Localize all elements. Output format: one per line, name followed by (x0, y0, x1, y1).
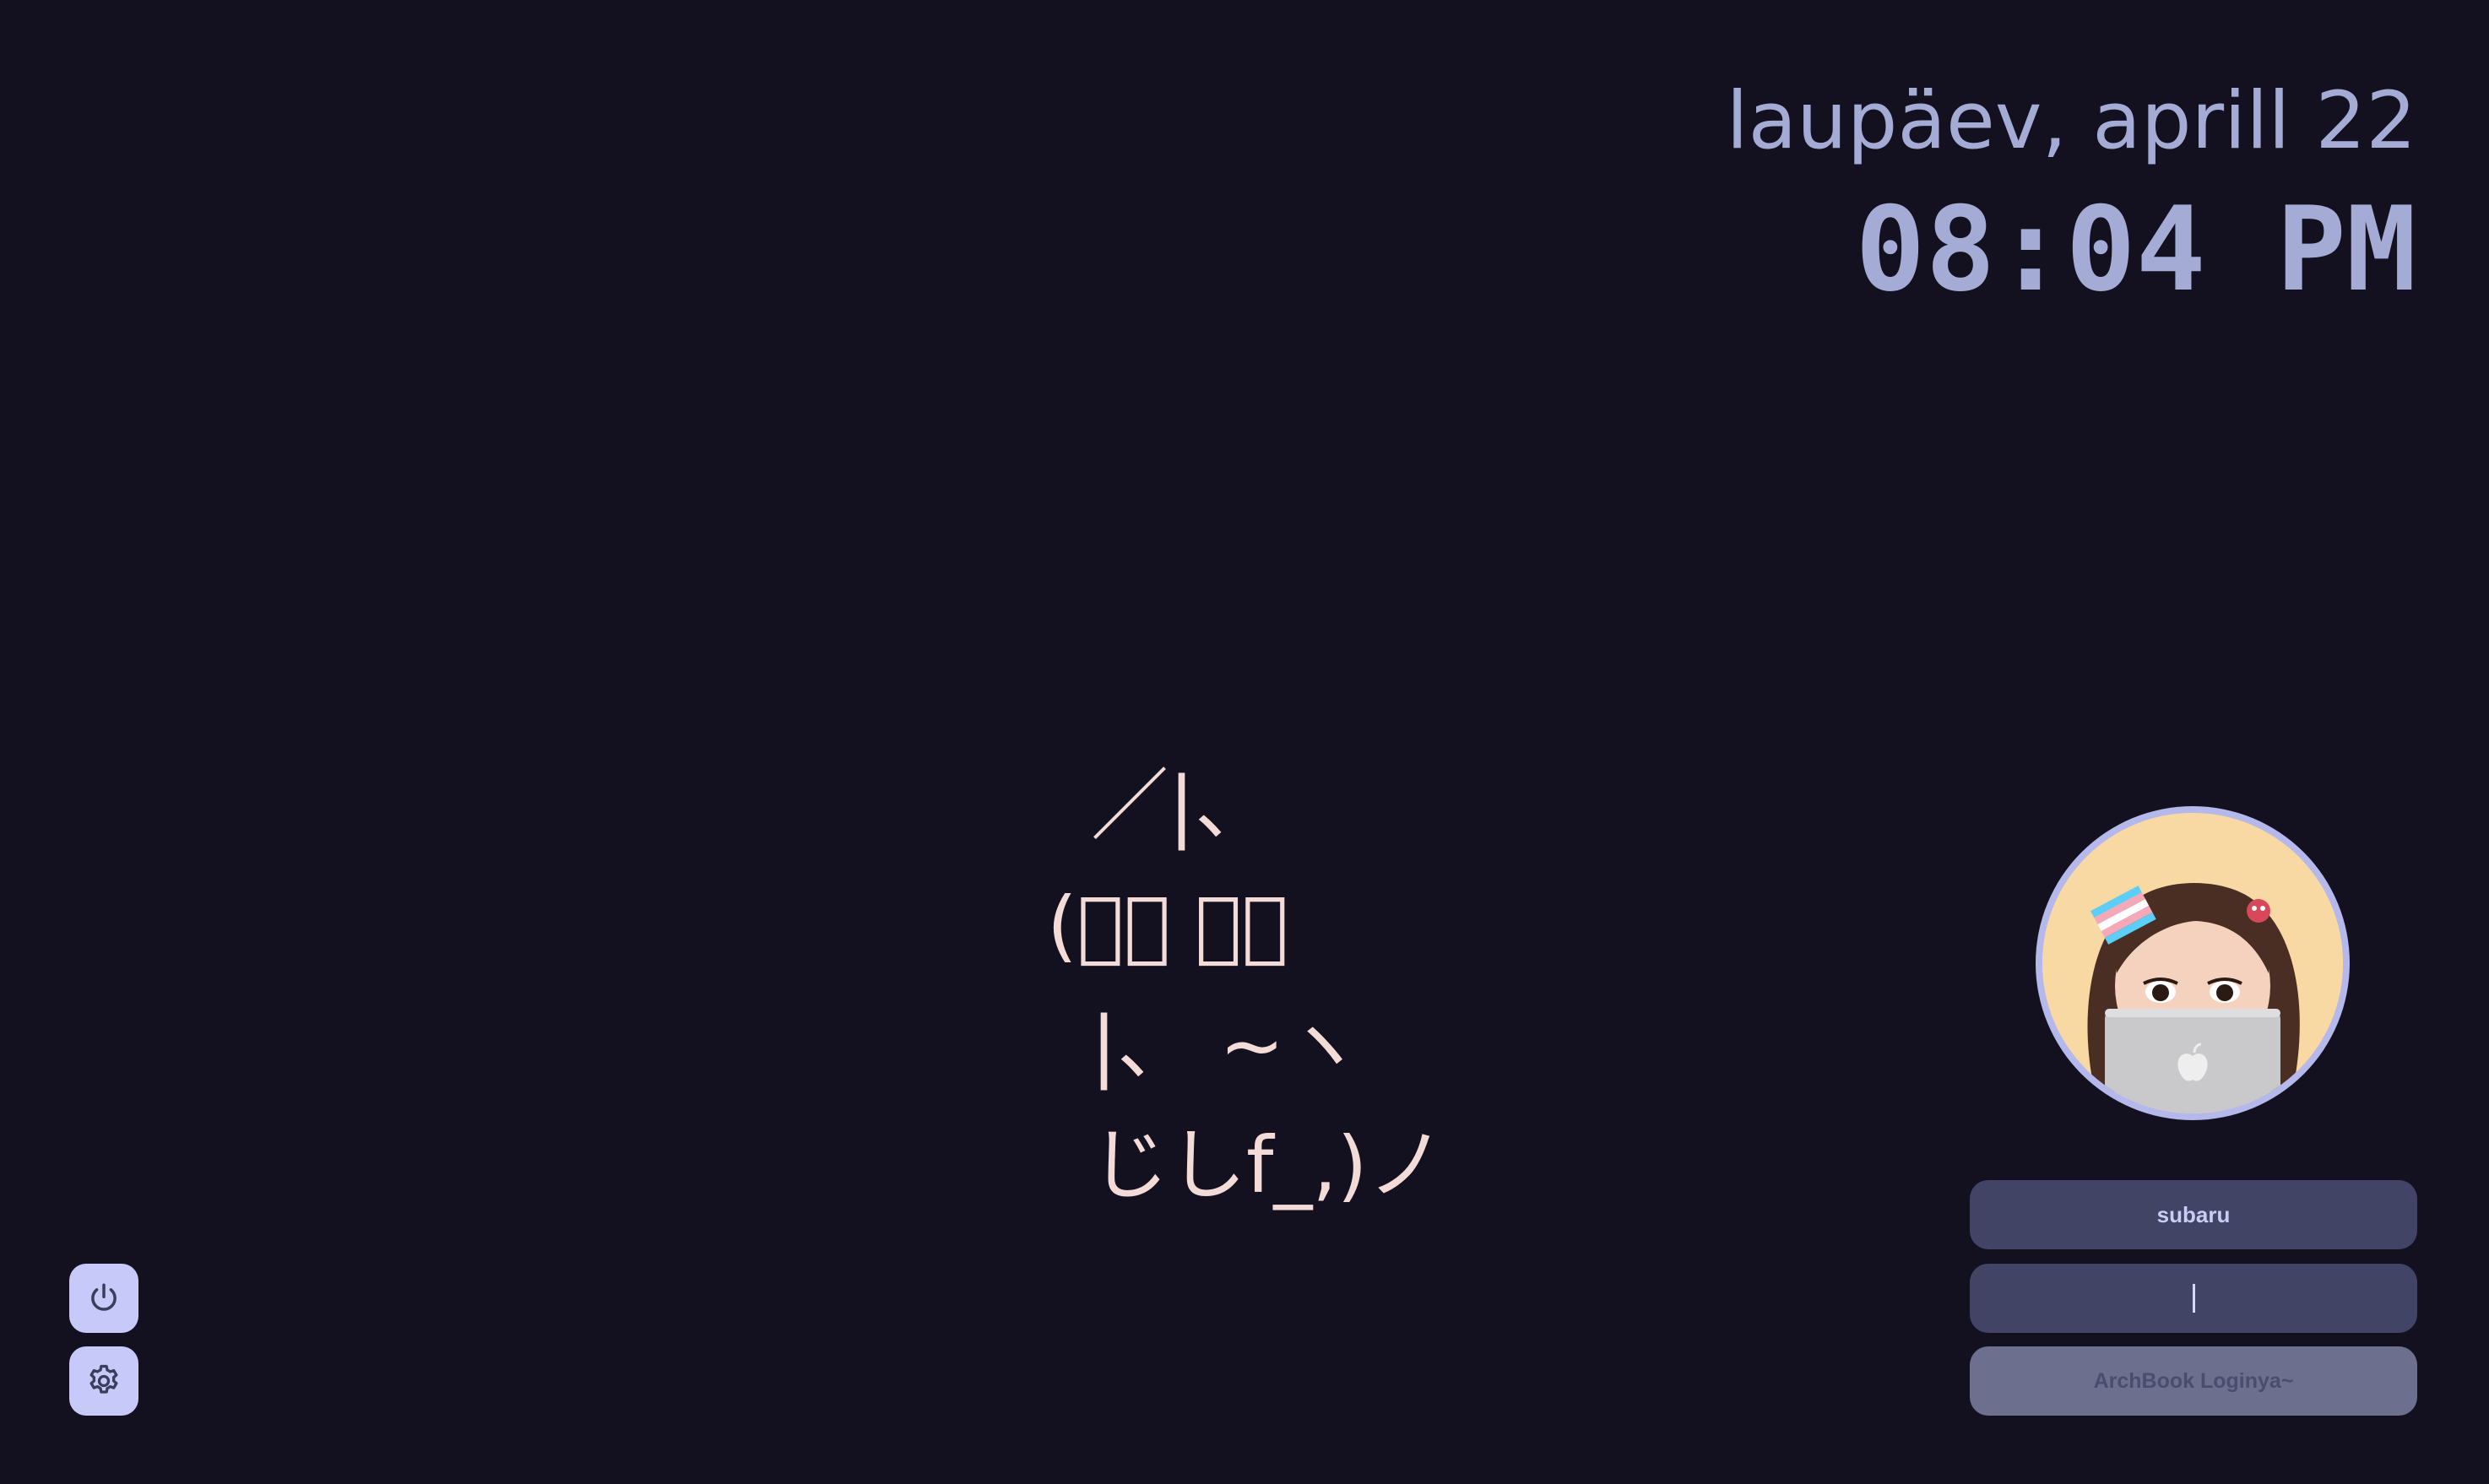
ascii-art-line: |、 ~ヽ (1091, 1000, 1363, 1091)
ascii-art-line: ／|、 (1091, 761, 1272, 851)
password-field[interactable] (1970, 1264, 2417, 1333)
time-label: 08:04 PM (1855, 181, 2416, 317)
username-text: subaru (2156, 1201, 2231, 1227)
username-field[interactable]: subaru (1970, 1180, 2417, 1249)
text-caret (2192, 1284, 2195, 1313)
ascii-cat-art: ／|、 (ﾟ、 。７ |、 ~ヽ じしf_,)ノ (1047, 747, 1486, 1220)
ascii-art-line: (ﾟ、 。７ (1047, 880, 1288, 971)
login-button-label: ArchBook Loginya~ (2093, 1368, 2294, 1393)
lock-screen: laupäev, aprill 22 08:04 PM ／|、 (ﾟ、 。７ |… (0, 0, 2489, 1484)
date-label: laupäev, aprill 22 (1726, 75, 2416, 167)
power-icon (91, 1283, 117, 1311)
login-button[interactable]: ArchBook Loginya~ (1970, 1346, 2417, 1416)
settings-button[interactable] (69, 1346, 138, 1416)
gear-icon (89, 1364, 118, 1394)
user-avatar (2036, 806, 2350, 1120)
ascii-art-line: じしf_,)ノ (1091, 1120, 1445, 1210)
memoji-avatar-icon (2042, 813, 2343, 1113)
power-button[interactable] (69, 1264, 138, 1333)
